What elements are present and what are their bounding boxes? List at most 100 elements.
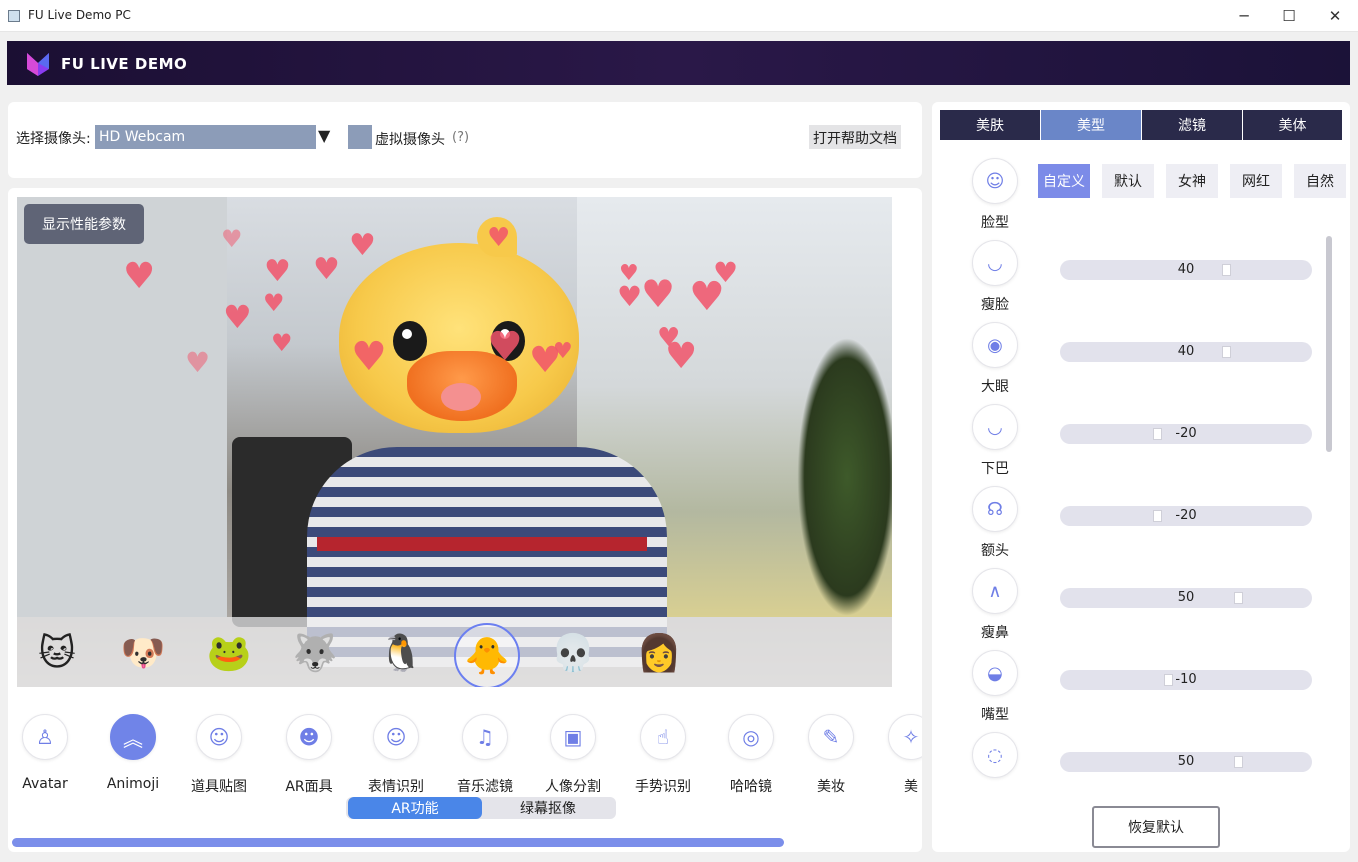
feature-label: AR面具	[285, 779, 333, 795]
beauty-item-label: 瘦鼻	[981, 625, 1009, 641]
sticker-pug[interactable]: 🐶	[115, 625, 171, 681]
chin-icon: ◡	[972, 404, 1018, 450]
feature-segmentation[interactable]: ▣ 人像分割	[530, 714, 616, 795]
horizontal-scrollbar[interactable]	[12, 838, 784, 847]
beauty-item-label: 下巴	[981, 461, 1009, 477]
heart-effect: ♥	[713, 256, 739, 289]
minimize-button[interactable]: ─	[1221, 0, 1267, 32]
slider-value: 40	[1177, 344, 1195, 359]
mouth-slider[interactable]: -10	[1060, 670, 1312, 690]
vertical-scrollbar[interactable]	[1326, 236, 1332, 452]
reset-default-button[interactable]: 恢复默认	[1092, 806, 1220, 848]
beauty-item-forehead[interactable]: ☊ 额头	[972, 486, 1018, 560]
animoji-sticker-bar: 🐱 🐶 🐸 🐺 🐧 🐥 💀 👩	[17, 617, 892, 687]
window-title: FU Live Demo PC	[28, 8, 131, 22]
heart-effect: ♥	[349, 228, 376, 263]
thin-face-icon: ◡	[972, 240, 1018, 286]
chin-slider[interactable]: -20	[1060, 424, 1312, 444]
funhouse-mirror-icon: ◎	[728, 714, 774, 760]
beauty-item-label: 脸型	[981, 215, 1009, 231]
feature-avatar[interactable]: ♙ Avatar	[8, 714, 88, 794]
feature-makeup[interactable]: ✎ 美妆	[788, 714, 874, 795]
mode-toggle: AR功能 绿幕抠像	[346, 797, 616, 819]
background-wall	[17, 197, 227, 617]
feature-label: 音乐滤镜	[457, 779, 513, 795]
feature-label: 哈哈镜	[730, 779, 772, 795]
sticker-frog[interactable]: 🐸	[201, 625, 257, 681]
thin-face-slider[interactable]: 40	[1060, 260, 1312, 280]
dropdown-arrow-icon[interactable]: ▼	[318, 126, 330, 145]
sticker-cat[interactable]: 🐱	[29, 625, 85, 681]
app-header: FU LIVE DEMO	[7, 41, 1350, 85]
beauty-item-label: 大眼	[981, 379, 1009, 395]
virtual-camera-checkbox[interactable]	[348, 125, 372, 149]
music-disc-icon: ♫	[462, 714, 508, 760]
camera-preview: ♥ ♥ ♥ ♥ ♥ ♥ ♥ ♥ ♥ ♥ ♥ ♥ ♥ ♥ ♥ ♥ ♥ ♥ ♥ ♥ …	[17, 197, 892, 687]
slider-value: 50	[1177, 590, 1195, 605]
tab-skin[interactable]: 美肤	[940, 110, 1040, 140]
sticker-duck[interactable]: 🐥	[454, 623, 520, 687]
camera-select[interactable]: HD Webcam	[95, 125, 316, 149]
head-slider[interactable]: 50	[1060, 752, 1312, 772]
heart-effect: ♥	[351, 334, 387, 380]
slider-value: 50	[1177, 754, 1195, 769]
maximize-button[interactable]: ☐	[1266, 0, 1312, 32]
beauty-panel: 美肤 美型 滤镜 美体 自定义 默认 女神 网红 自然 ☺ 脸型 ◡ 瘦脸 40…	[932, 102, 1350, 852]
heart-effect: ♥	[223, 298, 252, 336]
sticker-girl[interactable]: 👩	[631, 625, 687, 681]
heart-effect: ♥	[185, 346, 211, 379]
forehead-slider[interactable]: -20	[1060, 506, 1312, 526]
green-screen-button[interactable]: 绿幕抠像	[482, 797, 614, 819]
preset-natural[interactable]: 自然	[1294, 164, 1346, 198]
background-plant	[797, 337, 892, 617]
beauty-tabs: 美肤 美型 滤镜 美体	[940, 110, 1342, 140]
feature-gesture[interactable]: ☝ 手势识别	[620, 714, 706, 795]
feature-expression[interactable]: ☺ 表情识别	[353, 714, 439, 795]
feature-label: 人像分割	[545, 779, 601, 795]
feature-label: 手势识别	[635, 779, 691, 795]
sticker-skull[interactable]: 💀	[545, 625, 601, 681]
beauty-item-face-shape[interactable]: ☺ 脸型	[972, 158, 1018, 232]
tab-body[interactable]: 美体	[1243, 110, 1342, 140]
beauty-item-thin-nose[interactable]: ∧ 瘦鼻	[972, 568, 1018, 642]
beauty-item-thin-face[interactable]: ◡ 瘦脸	[972, 240, 1018, 314]
big-eye-slider[interactable]: 40	[1060, 342, 1312, 362]
preset-default[interactable]: 默认	[1102, 164, 1154, 198]
heart-effect: ♥	[487, 324, 523, 370]
feature-more[interactable]: ✧ 美	[868, 714, 922, 795]
camera-label: 选择摄像头:	[16, 131, 91, 147]
beauty-item-mouth[interactable]: ◒ 嘴型	[972, 650, 1018, 724]
preset-influencer[interactable]: 网红	[1230, 164, 1282, 198]
sticker-husky[interactable]: 🐺	[287, 625, 343, 681]
feature-label: 美妆	[817, 779, 845, 795]
virtual-camera-help[interactable]: (?)	[452, 130, 469, 145]
tab-shape[interactable]: 美型	[1041, 110, 1141, 140]
ar-mode-button[interactable]: AR功能	[348, 797, 482, 819]
show-performance-button[interactable]: 显示性能参数	[24, 204, 144, 244]
thin-nose-slider[interactable]: 50	[1060, 588, 1312, 608]
slider-value: -10	[1175, 672, 1197, 687]
feature-music-filter[interactable]: ♫ 音乐滤镜	[442, 714, 528, 795]
avatar-icon: ♙	[22, 714, 68, 760]
logo-icon	[27, 53, 49, 76]
chevron-up-icon: ︽	[110, 714, 156, 760]
beauty-item-chin[interactable]: ◡ 下巴	[972, 404, 1018, 478]
feature-props[interactable]: ☺ 道具贴图	[176, 714, 262, 795]
feature-label: 美	[904, 779, 918, 795]
close-button[interactable]: ✕	[1312, 0, 1358, 32]
beauty-item-head[interactable]: ◌	[972, 732, 1018, 778]
app-icon	[8, 10, 20, 22]
preset-goddess[interactable]: 女神	[1166, 164, 1218, 198]
open-help-doc-button[interactable]: 打开帮助文档	[809, 125, 901, 149]
feature-funhouse[interactable]: ◎ 哈哈镜	[708, 714, 794, 795]
feature-ar-mask[interactable]: ☻ AR面具	[266, 714, 352, 795]
preset-custom[interactable]: 自定义	[1038, 164, 1090, 198]
feature-animoji[interactable]: ︽ Animoji	[90, 714, 176, 794]
feature-bar: ♙ Avatar ︽ Animoji ☺ 道具贴图 ☻ AR面具 ☺ 表情识别 …	[8, 706, 922, 796]
sticker-penguin[interactable]: 🐧	[373, 625, 429, 681]
beauty-item-big-eye[interactable]: ◉ 大眼	[972, 322, 1018, 396]
tab-filter[interactable]: 滤镜	[1142, 110, 1242, 140]
feature-label: Animoji	[106, 776, 160, 792]
cat-face-icon: ☺	[196, 714, 242, 760]
title-bar: FU Live Demo PC ─ ☐ ✕	[0, 0, 1358, 32]
